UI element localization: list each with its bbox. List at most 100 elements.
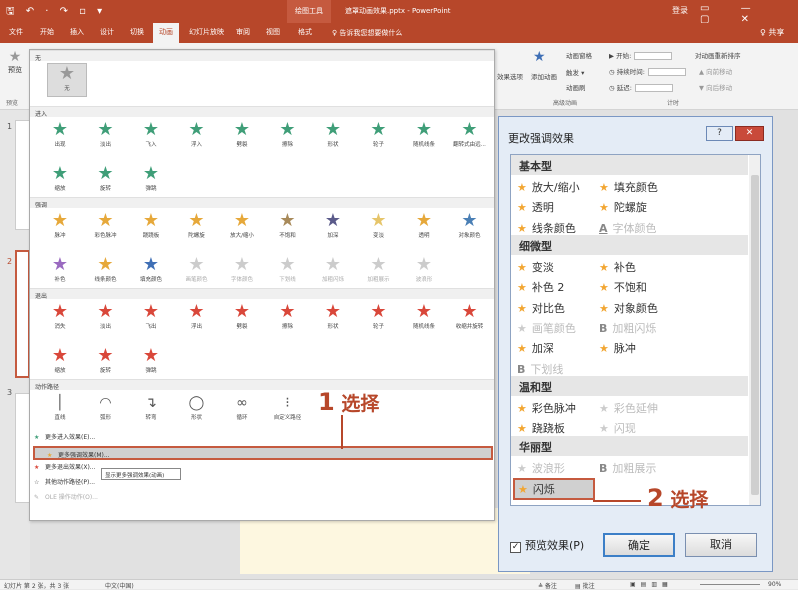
- motion-path-item[interactable]: ◯ 形状: [177, 393, 217, 427]
- effect-option[interactable]: ★ 放大/缩小: [517, 179, 580, 195]
- exit-effect-item[interactable]: ★ 浮出: [177, 302, 217, 336]
- emphasis-effect-item[interactable]: ★ 不饱和: [268, 211, 308, 245]
- duration-spinner[interactable]: [647, 68, 686, 76]
- entrance-effect-item[interactable]: ★ 随机线条: [404, 120, 444, 154]
- exit-effect-item[interactable]: ★ 旋转: [86, 346, 126, 380]
- motion-path-item[interactable]: ↴ 转弯: [131, 393, 171, 427]
- exit-effect-item[interactable]: ★ 淡出: [86, 302, 126, 336]
- entrance-effect-item[interactable]: ★ 旋转: [86, 164, 126, 198]
- close-button[interactable]: ✕: [735, 126, 764, 141]
- emphasis-effect-item[interactable]: ★ 线条颜色: [86, 255, 126, 289]
- tab-file[interactable]: 文件: [9, 27, 23, 37]
- window-controls[interactable]: ▭ — ▢ ✕: [700, 3, 798, 25]
- emphasis-effect-item[interactable]: ★ 补色: [40, 255, 80, 289]
- cancel-button[interactable]: 取消: [685, 533, 757, 557]
- effect-option[interactable]: ★ 不饱和: [599, 279, 647, 295]
- entrance-effect-item[interactable]: ★ 飞入: [131, 120, 171, 154]
- entrance-effect-item[interactable]: ★ 擦除: [268, 120, 308, 154]
- tab-transitions[interactable]: 切换: [130, 27, 144, 37]
- motion-path-item[interactable]: ◠ 弧形: [86, 393, 126, 427]
- effect-option[interactable]: ★ 跷跷板: [517, 420, 565, 436]
- exit-effect-item[interactable]: ★ 飞出: [131, 302, 171, 336]
- exit-effect-item[interactable]: ★ 随机线条: [404, 302, 444, 336]
- entrance-effect-item[interactable]: ★ 淡出: [86, 120, 126, 154]
- view-buttons[interactable]: ▣▤▥▦: [630, 581, 673, 588]
- effect-option[interactable]: ★ 彩色脉冲: [517, 400, 576, 416]
- exit-effect-item[interactable]: ★ 消失: [40, 302, 80, 336]
- tab-design[interactable]: 设计: [100, 27, 114, 37]
- animation-painter-button[interactable]: 动画刷: [566, 82, 586, 92]
- effect-option[interactable]: ★ 对象颜色: [599, 300, 658, 316]
- slide-thumbnail-3[interactable]: [15, 393, 30, 503]
- slide-thumbnail-2[interactable]: [15, 250, 30, 378]
- effect-option[interactable]: ★ 陀螺旋: [599, 199, 647, 215]
- emphasis-effect-item[interactable]: ★ 脉冲: [40, 211, 80, 245]
- exit-effect-item[interactable]: ★ 弹跳: [131, 346, 171, 380]
- tab-animations[interactable]: 动画: [153, 23, 179, 43]
- emphasis-effect-item[interactable]: ★ 填充颜色: [131, 255, 171, 289]
- entrance-effect-item[interactable]: ★ 缩放: [40, 164, 80, 198]
- share-button[interactable]: ♀ 共享: [760, 27, 784, 38]
- entrance-effect-item[interactable]: ★ 弹跳: [131, 164, 171, 198]
- emphasis-effects-list[interactable]: 基本型 ★ 放大/缩小 ★ 填充颜色 ★ 透明 ★ 陀螺旋 ★ 线条颜色 A 字体颜色 细微型 ★ 变淡 ★ 补色…: [510, 154, 761, 506]
- quick-access-toolbar[interactable]: 🖫 ↶ · ↷ ▫ ▾: [6, 4, 106, 21]
- tab-format[interactable]: 格式: [298, 27, 312, 37]
- slide-thumbnail-1[interactable]: [15, 120, 30, 230]
- start-field[interactable]: ▶ 开始:: [609, 50, 673, 60]
- tab-view[interactable]: 视图: [266, 27, 280, 37]
- zoom-level[interactable]: 90%: [768, 581, 781, 588]
- emphasis-effect-item[interactable]: ★ 陀螺旋: [177, 211, 217, 245]
- emphasis-effect-item[interactable]: ★ 跷跷板: [131, 211, 171, 245]
- entrance-effect-item[interactable]: ★ 轮子: [359, 120, 399, 154]
- preview-button[interactable]: ★ 预览: [3, 49, 27, 75]
- effect-options-button[interactable]: 效果选项: [497, 71, 523, 81]
- effect-option[interactable]: ★ 加深: [517, 340, 554, 356]
- scrollbar-thumb[interactable]: [751, 175, 759, 495]
- tab-slideshow[interactable]: 幻灯片放映: [189, 27, 224, 37]
- preview-effect-checkbox[interactable]: ✓ 预览效果(P): [510, 537, 584, 553]
- exit-effect-item[interactable]: ★ 擦除: [268, 302, 308, 336]
- gallery-menu-item[interactable]: ★ 更多进入效果(E)...: [34, 432, 95, 441]
- effect-option[interactable]: ★ 变淡: [517, 259, 554, 275]
- effect-option[interactable]: ★ 透明: [517, 199, 554, 215]
- exit-effect-item[interactable]: ★ 缩放: [40, 346, 80, 380]
- add-animation-button[interactable]: 添加动画: [531, 71, 557, 81]
- checkbox-check-icon[interactable]: ✓: [510, 542, 521, 553]
- help-button[interactable]: ?: [706, 126, 733, 141]
- emphasis-effect-item[interactable]: ★ 变淡: [359, 211, 399, 245]
- effect-option-flicker[interactable]: ★ 闪烁: [513, 478, 595, 501]
- effect-option[interactable]: ★ 对比色: [517, 300, 565, 316]
- tab-insert[interactable]: 插入: [70, 27, 84, 37]
- entrance-effect-item[interactable]: ★ 形状: [313, 120, 353, 154]
- gallery-menu-item[interactable]: ☆ 其他动作路径(P)...: [34, 477, 95, 486]
- entrance-effect-item[interactable]: ★ 翻转式由远...: [450, 120, 490, 154]
- emphasis-effect-item[interactable]: ★ 透明: [404, 211, 444, 245]
- effect-option[interactable]: ★ 填充颜色: [599, 179, 658, 195]
- emphasis-effect-item[interactable]: ★ 加深: [313, 211, 353, 245]
- login-button[interactable]: 登录: [672, 5, 688, 16]
- effect-option[interactable]: ★ 补色 2: [517, 279, 564, 295]
- effect-option[interactable]: ★ 脉冲: [599, 340, 636, 356]
- effects-list-scrollbar[interactable]: [749, 155, 760, 505]
- motion-path-item[interactable]: ∞ 循环: [222, 393, 262, 427]
- emphasis-effect-item[interactable]: ★ 对象颜色: [450, 211, 490, 245]
- ok-button[interactable]: 确定: [603, 533, 675, 557]
- motion-path-item[interactable]: │ 直线: [40, 393, 80, 427]
- gallery-item-none[interactable]: ★ 无: [47, 63, 87, 97]
- exit-effect-item[interactable]: ★ 轮子: [359, 302, 399, 336]
- move-later-button[interactable]: ▼ 向后移动: [699, 82, 732, 92]
- emphasis-effect-item[interactable]: ★ 彩色脉冲: [86, 211, 126, 245]
- delay-spinner[interactable]: [634, 84, 673, 92]
- tab-home[interactable]: 开始: [40, 27, 54, 37]
- entrance-effect-item[interactable]: ★ 浮入: [177, 120, 217, 154]
- emphasis-effect-item[interactable]: ★ 放大/缩小: [222, 211, 262, 245]
- move-earlier-button[interactable]: ▲ 向前移动: [699, 66, 732, 76]
- zoom-slider[interactable]: [700, 584, 760, 585]
- more-emphasis-effects-menu-item[interactable]: ★ 更多强调效果(M)...: [33, 446, 493, 460]
- exit-effect-item[interactable]: ★ 收缩并旋转: [450, 302, 490, 336]
- effect-option[interactable]: ★ 线条颜色: [517, 220, 576, 236]
- delay-field[interactable]: ◷ 延迟:: [609, 82, 673, 92]
- effect-option[interactable]: ★ 补色: [599, 259, 636, 275]
- tab-review[interactable]: 审阅: [236, 27, 250, 37]
- entrance-effect-item[interactable]: ★ 劈裂: [222, 120, 262, 154]
